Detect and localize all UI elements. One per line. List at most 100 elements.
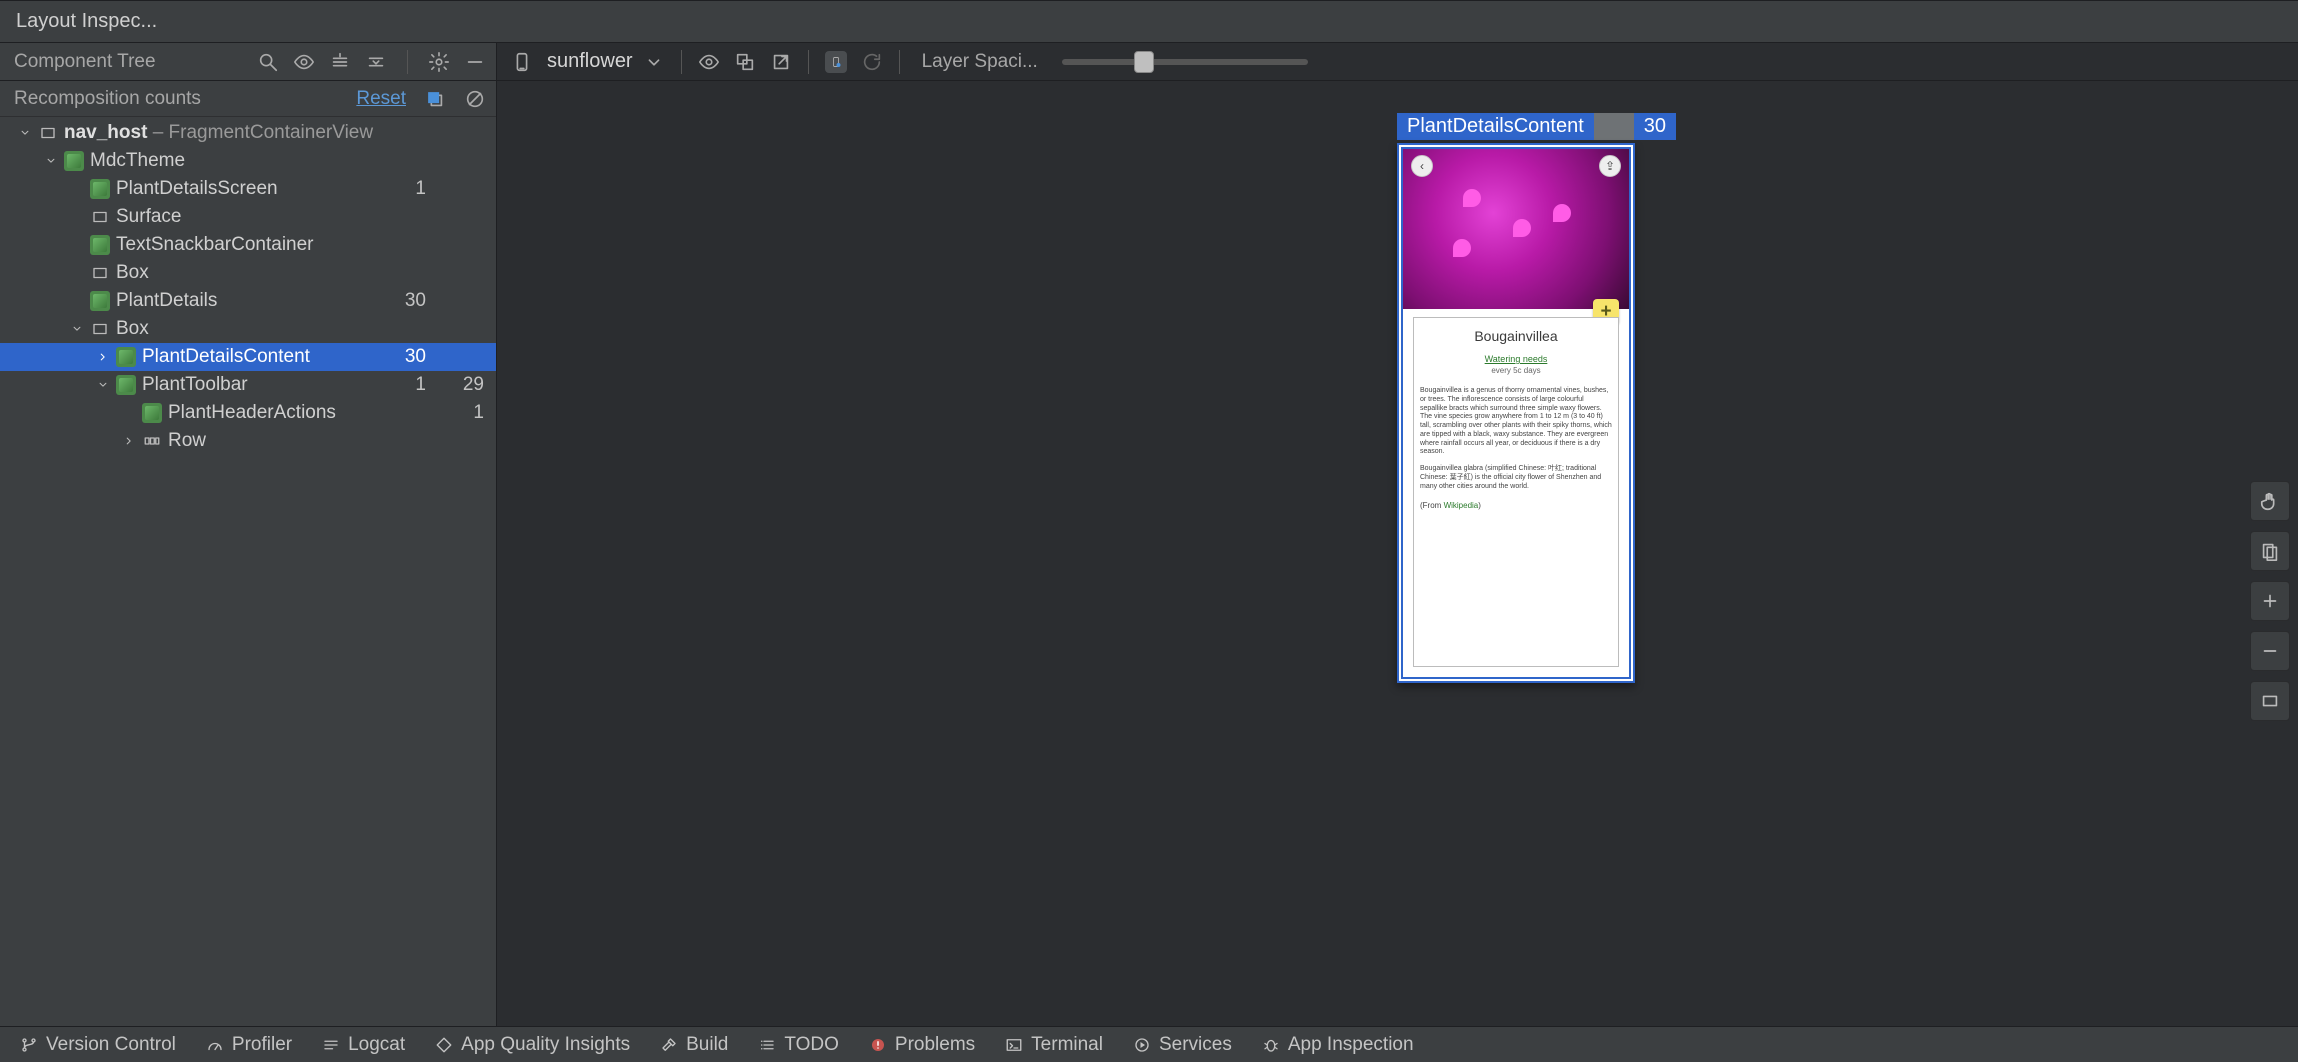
- layer-spacing-label: Layer Spaci...: [922, 51, 1038, 73]
- statusbar-item-label: App Quality Insights: [461, 1034, 630, 1056]
- statusbar-item-label: Profiler: [232, 1034, 292, 1056]
- back-icon[interactable]: ‹: [1411, 155, 1433, 177]
- statusbar-item[interactable]: Logcat: [322, 1034, 405, 1056]
- expand-icon[interactable]: [329, 51, 351, 73]
- slider-thumb[interactable]: [1134, 51, 1154, 73]
- tree-node-label: Surface: [116, 206, 181, 228]
- statusbar-item[interactable]: App Quality Insights: [435, 1034, 630, 1056]
- statusbar-item[interactable]: Version Control: [20, 1034, 176, 1056]
- tree-row[interactable]: nav_host – FragmentContainerView: [0, 119, 496, 147]
- statusbar-item[interactable]: Build: [660, 1034, 728, 1056]
- statusbar-item[interactable]: App Inspection: [1262, 1034, 1414, 1056]
- tree-row[interactable]: Box: [0, 259, 496, 287]
- tree-row[interactable]: TextSnackbarContainer: [0, 231, 496, 259]
- branch-icon: [20, 1036, 38, 1054]
- reset-link[interactable]: Reset: [356, 88, 406, 110]
- chevron-down-icon[interactable]: [94, 376, 112, 394]
- tree-row[interactable]: Row: [0, 427, 496, 455]
- plant-source: (From Wikipedia): [1420, 501, 1612, 510]
- pan-button[interactable]: [2250, 481, 2290, 521]
- plant-title: Bougainvillea: [1420, 328, 1612, 344]
- terminal-icon: [1005, 1036, 1023, 1054]
- arrow-none: [68, 208, 86, 226]
- layers-button[interactable]: [2250, 531, 2290, 571]
- statusbar-item[interactable]: Services: [1133, 1034, 1232, 1056]
- chevron-right-icon[interactable]: [120, 432, 138, 450]
- separator: [407, 50, 408, 74]
- watering-label: Watering needs: [1420, 354, 1612, 364]
- minimize-icon[interactable]: [464, 51, 486, 73]
- copy-icon[interactable]: [424, 88, 446, 110]
- tree-row[interactable]: PlantDetailsScreen1: [0, 175, 496, 203]
- component-tree-panel: Component Tree Recomposition counts Rese…: [0, 43, 497, 1026]
- refresh-icon[interactable]: [861, 51, 883, 73]
- tree-row[interactable]: Surface: [0, 203, 496, 231]
- skip-count: [454, 346, 484, 368]
- search-icon[interactable]: [257, 51, 279, 73]
- share-icon[interactable]: ⇪: [1599, 155, 1621, 177]
- layout-canvas-panel: sunflower Layer Spaci...: [497, 43, 2298, 1026]
- skip-count: [454, 178, 484, 200]
- compose-icon: [116, 375, 136, 395]
- canvas-float-controls: [2250, 481, 2290, 721]
- tree-row[interactable]: PlantDetailsContent30: [0, 343, 496, 371]
- recomp-count: 1: [402, 374, 426, 396]
- zoom-out-button[interactable]: [2250, 631, 2290, 671]
- row-icon: [142, 431, 162, 451]
- device-name[interactable]: sunflower: [547, 50, 633, 73]
- live-toggle-icon[interactable]: [825, 51, 847, 73]
- wikipedia-link[interactable]: Wikipedia: [1444, 501, 1479, 510]
- chevron-down-icon[interactable]: [68, 320, 86, 338]
- eye-icon[interactable]: [293, 51, 315, 73]
- recomposition-bar: Recomposition counts Reset: [0, 81, 496, 117]
- zoom-in-button[interactable]: [2250, 581, 2290, 621]
- device-icon[interactable]: [511, 51, 533, 73]
- fit-button[interactable]: [2250, 681, 2290, 721]
- selection-outline: ‹ ⇪ + Bougainvillea Watering needs: [1401, 147, 1631, 679]
- tree-row[interactable]: PlantToolbar129: [0, 371, 496, 399]
- list-icon: [758, 1036, 776, 1054]
- layer-spacing-slider[interactable]: [1062, 59, 1308, 65]
- recomp-count: 30: [402, 346, 426, 368]
- gear-icon[interactable]: [428, 51, 450, 73]
- compose-icon: [116, 347, 136, 367]
- device-frame[interactable]: ‹ ⇪ + Bougainvillea Watering needs: [1397, 143, 1635, 683]
- tree-row[interactable]: MdcTheme: [0, 147, 496, 175]
- play-icon: [1133, 1036, 1151, 1054]
- statusbar-item[interactable]: Profiler: [206, 1034, 292, 1056]
- chevron-right-icon[interactable]: [94, 348, 112, 366]
- plant-description: Bougainvillea is a genus of thorny ornam…: [1420, 387, 1612, 491]
- tree-row[interactable]: PlantHeaderActions 1: [0, 399, 496, 427]
- chevron-down-icon[interactable]: [643, 51, 665, 73]
- container-icon: [90, 207, 110, 227]
- plant-image: ‹ ⇪: [1403, 149, 1629, 309]
- arrow-none: [68, 264, 86, 282]
- tree-row[interactable]: Box: [0, 315, 496, 343]
- export-icon[interactable]: [770, 51, 792, 73]
- eye-icon[interactable]: [698, 51, 720, 73]
- tree-node-label: PlantHeaderActions: [168, 402, 336, 424]
- disable-icon[interactable]: [464, 88, 486, 110]
- tool-window-titlebar: Layout Inspec...: [0, 0, 2298, 42]
- plant-card: Bougainvillea Watering needs every 5c da…: [1413, 317, 1619, 667]
- tree-node-label: MdcTheme: [90, 150, 185, 172]
- statusbar-item[interactable]: Terminal: [1005, 1034, 1103, 1056]
- component-tree[interactable]: nav_host – FragmentContainerView MdcTheme…: [0, 117, 496, 1026]
- chevron-down-icon[interactable]: [16, 124, 34, 142]
- overlay-icon[interactable]: [734, 51, 756, 73]
- arrow-none: [68, 236, 86, 254]
- tree-node-label: TextSnackbarContainer: [116, 234, 314, 256]
- tree-row[interactable]: PlantDetails30: [0, 287, 496, 315]
- collapse-icon[interactable]: [365, 51, 387, 73]
- layout-canvas[interactable]: PlantDetailsContent 30 ‹ ⇪: [497, 81, 2298, 1026]
- tree-node-label: nav_host – FragmentContainerView: [64, 122, 373, 144]
- compose-icon: [90, 235, 110, 255]
- chevron-down-icon[interactable]: [42, 152, 60, 170]
- skip-count: 29: [454, 374, 484, 396]
- tree-node-label: PlantDetails: [116, 290, 217, 312]
- statusbar-item-label: Services: [1159, 1034, 1232, 1056]
- component-tree-toolbar: Component Tree: [0, 43, 496, 81]
- statusbar-item[interactable]: TODO: [758, 1034, 839, 1056]
- skip-count: 1: [454, 402, 484, 424]
- statusbar-item[interactable]: Problems: [869, 1034, 975, 1056]
